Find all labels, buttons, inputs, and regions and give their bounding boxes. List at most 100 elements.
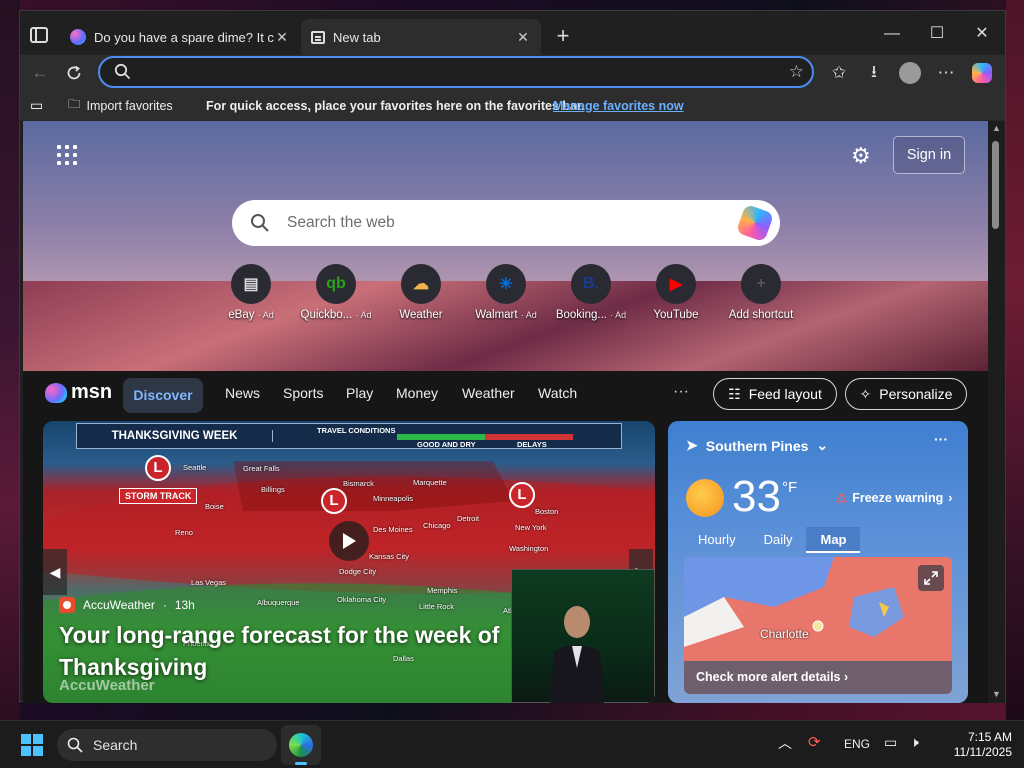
banner-title: THANKSGIVING WEEK	[77, 430, 273, 442]
back-arrow-icon[interactable]: ←	[26, 59, 54, 87]
system-clock[interactable]: 7:15 AM 11/11/2025	[922, 730, 1012, 760]
favorite-star-icon[interactable]: ☆	[789, 62, 804, 82]
tab-map[interactable]: Map	[806, 527, 861, 553]
minimize-icon[interactable]: —	[870, 21, 914, 47]
manage-favorites-link[interactable]: Manage favorites now	[553, 99, 684, 113]
msn-butterfly-icon	[45, 382, 67, 403]
map-city-label: Reno	[175, 528, 193, 537]
copilot-icon[interactable]	[735, 203, 775, 243]
shortcut-label: YouTube	[653, 309, 699, 321]
profile-icon[interactable]	[896, 59, 924, 87]
shortcut-5[interactable]: B. Booking... · Ad	[551, 264, 631, 321]
tab-hourly[interactable]: Hourly	[684, 527, 750, 553]
map-city-label: Kansas City	[369, 552, 410, 561]
chevron-right-icon: ›	[948, 490, 953, 505]
language-indicator[interactable]: ENG	[844, 737, 870, 751]
temperature-unit[interactable]: °F	[782, 479, 797, 496]
msn-logo[interactable]: msn	[45, 381, 112, 404]
hero-news-card[interactable]: THANKSGIVING WEEK TRAVEL CONDITIONS GOOD…	[43, 421, 655, 703]
web-search-box[interactable]: Search the web	[232, 200, 780, 246]
address-bar[interactable]: ☆	[98, 56, 814, 88]
play-video-icon[interactable]	[329, 521, 369, 561]
shortcut-label: eBay · Ad	[228, 309, 274, 321]
taskbar-search-label: Search	[93, 737, 138, 753]
alert-details-label: Check more alert details	[696, 670, 841, 684]
new-tab-plus-icon[interactable]: +	[549, 23, 577, 51]
settings-gear-icon[interactable]: ⚙	[851, 143, 871, 169]
source-name: AccuWeather	[83, 598, 155, 612]
more-menu-icon[interactable]: ⋯	[932, 59, 960, 87]
page-scrollbar[interactable]: ▲ ▼	[988, 121, 1005, 703]
scroll-up-icon[interactable]: ▲	[992, 123, 1001, 133]
show-hidden-icons-chevron-icon[interactable]: ︿	[778, 733, 792, 753]
search-icon	[67, 737, 83, 753]
map-city-label: Des Moines	[373, 525, 413, 534]
network-icon[interactable]: ▭	[884, 734, 897, 751]
tab-new-tab[interactable]: New tab ✕	[301, 19, 541, 55]
tab-bar: Do you have a spare dime? It coul ✕ New …	[20, 11, 1005, 55]
expand-map-icon[interactable]	[918, 565, 944, 591]
nav-discover[interactable]: Discover	[123, 378, 203, 413]
accuweather-watermark: AccuWeather	[59, 677, 155, 694]
map-city-label: Washington	[509, 544, 549, 553]
import-favorites-label: Import favorites	[86, 98, 173, 113]
close-tab-icon[interactable]: ✕	[515, 29, 531, 46]
close-tab-icon[interactable]: ✕	[274, 29, 290, 46]
previous-arrow-icon[interactable]: ◀	[43, 549, 67, 595]
nav-money[interactable]: Money	[396, 385, 438, 401]
personalize-button[interactable]: ✧ Personalize	[845, 378, 967, 410]
shortcut-label: Add shortcut	[728, 309, 794, 321]
tab-msn[interactable]: Do you have a spare dime? It coul ✕	[60, 19, 300, 55]
maximize-icon[interactable]: ☐	[915, 21, 959, 47]
sign-in-button[interactable]: Sign in	[893, 136, 965, 174]
nav-news[interactable]: News	[225, 385, 260, 401]
downloads-icon[interactable]: ⭳	[860, 59, 888, 87]
import-favorites-button[interactable]: 🗀 Import favorites	[68, 95, 173, 116]
volume-muted-icon[interactable]: 🕨	[910, 734, 919, 751]
favorites-bar: ▭ 🗀 Import favorites For quick access, p…	[20, 91, 1005, 121]
shortcut-3[interactable]: ☁ Weather	[381, 264, 461, 321]
map-city-label: Oklahoma City	[337, 595, 387, 604]
shortcut-label: Weather	[399, 309, 443, 321]
search-icon	[114, 63, 131, 83]
nav-play[interactable]: Play	[346, 385, 373, 401]
taskbar-search[interactable]: Search	[57, 729, 277, 761]
reading-list-icon[interactable]: ▭	[30, 97, 43, 114]
shortcut-4[interactable]: ✳ Walmart · Ad	[466, 264, 546, 321]
weather-alert-map[interactable]: Charlotte Check more alert details ›	[684, 557, 952, 694]
sync-icon[interactable]: ⟳	[808, 733, 821, 751]
tab-daily[interactable]: Daily	[750, 527, 807, 553]
clock-time: 7:15 AM	[967, 730, 1012, 744]
accuweather-logo-icon	[59, 597, 75, 613]
weather-more-icon[interactable]: ···	[934, 431, 948, 447]
freeze-warning-alert[interactable]: ⚠ Freeze warning ›	[836, 490, 953, 506]
apps-grid-icon[interactable]	[57, 145, 77, 165]
nav-more-icon[interactable]: ···	[673, 383, 689, 401]
scrollbar-thumb[interactable]	[992, 141, 999, 229]
shortcut-label: Booking... · Ad	[555, 309, 627, 321]
scroll-down-icon[interactable]: ▼	[992, 689, 1001, 699]
nav-weather[interactable]: Weather	[462, 385, 515, 401]
feed-layout-button[interactable]: ☷ Feed layout	[713, 378, 837, 410]
map-city-label: Dodge City	[339, 567, 377, 576]
navigation-toolbar: ← ☆ ✩ ⭳ ⋯	[20, 55, 1005, 91]
alert-label: Freeze warning	[852, 490, 944, 505]
nav-sports[interactable]: Sports	[283, 385, 323, 401]
close-window-icon[interactable]: ✕	[960, 21, 1004, 47]
shortcut-2[interactable]: qb Quickbo... · Ad	[296, 264, 376, 321]
weather-card: ➤ Southern Pines ⌄ ··· 33 °F ⚠ Freeze wa…	[668, 421, 968, 703]
shortcut-1[interactable]: ▤ eBay · Ad	[211, 264, 291, 321]
windows-start-icon[interactable]	[21, 734, 43, 756]
nav-watch[interactable]: Watch	[538, 385, 577, 401]
shortcut-7[interactable]: + Add shortcut	[721, 264, 801, 321]
alert-details-link[interactable]: Check more alert details ›	[684, 661, 952, 694]
tab-actions-icon[interactable]	[30, 27, 48, 43]
favorites-icon[interactable]: ✩	[825, 59, 853, 87]
shortcut-6[interactable]: ▶ YouTube	[636, 264, 716, 321]
refresh-icon[interactable]	[60, 59, 88, 87]
article-title[interactable]: Your long-range forecast for the week of…	[59, 619, 519, 683]
edge-taskbar-icon[interactable]	[281, 725, 321, 765]
weather-location[interactable]: ➤ Southern Pines ⌄	[686, 437, 828, 454]
video-presenter-inset	[511, 569, 655, 703]
copilot-icon[interactable]	[968, 59, 996, 87]
